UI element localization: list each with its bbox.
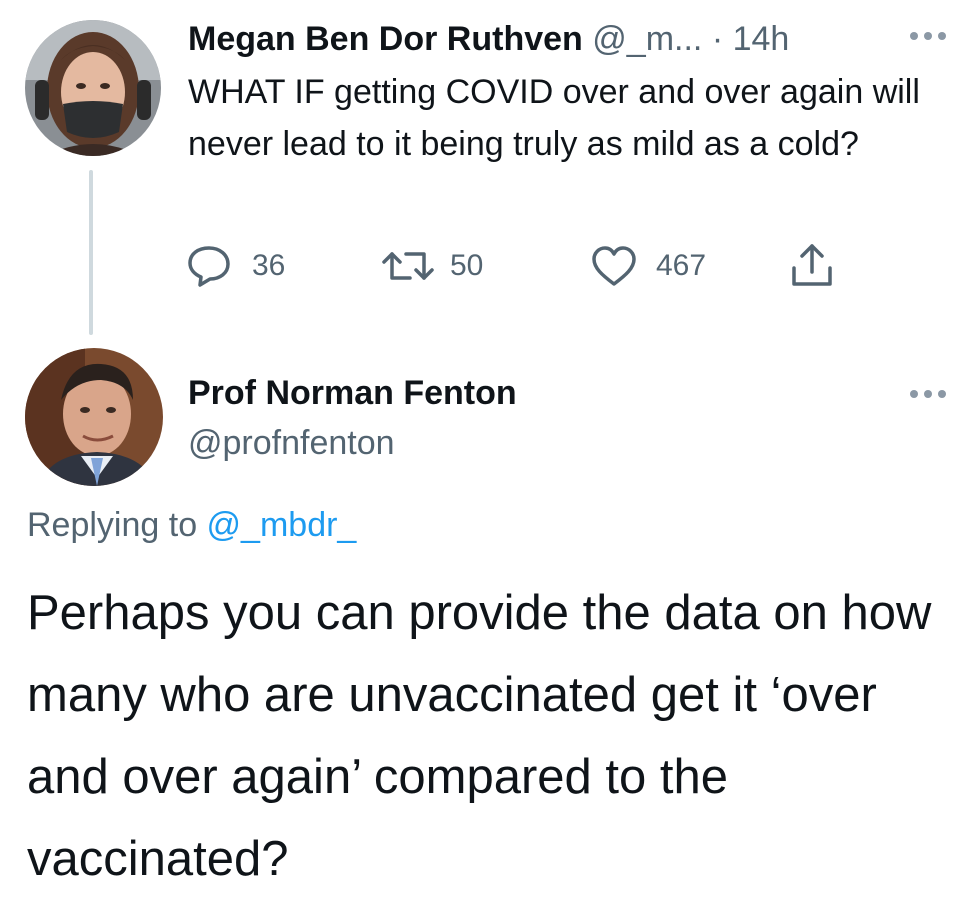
avatar-megan[interactable] <box>25 20 161 156</box>
thread-line <box>89 170 93 335</box>
share-action[interactable] <box>790 242 834 288</box>
heart-icon <box>592 246 636 286</box>
parent-tweet-text: WHAT IF getting COVID over and over agai… <box>188 73 920 163</box>
avatar-fenton[interactable] <box>25 348 163 486</box>
parent-tweet-header: Megan Ben Dor Ruthven @_m... · 14h <box>188 14 789 64</box>
reply-action[interactable]: 36 <box>186 244 285 288</box>
header-separator: · <box>711 20 724 58</box>
retweet-action[interactable]: 50 <box>380 244 483 288</box>
reply-author-name[interactable]: Prof Norman Fenton <box>188 368 517 418</box>
reply-tweet-text: Perhaps you can provide the data on how … <box>27 586 932 886</box>
replying-to-label: Replying to <box>27 506 207 544</box>
parent-tweet-time[interactable]: 14h <box>733 20 790 58</box>
reply-more-icon[interactable] <box>906 384 950 404</box>
reply-author-handle[interactable]: @profnfenton <box>188 418 395 468</box>
reply-icon <box>188 246 230 287</box>
parent-author-name[interactable]: Megan Ben Dor Ruthven <box>188 20 583 58</box>
parent-more-icon[interactable] <box>906 26 950 46</box>
replying-to-mention[interactable]: @_mbdr_ <box>207 506 357 544</box>
retweet-icon <box>382 252 434 280</box>
replying-to-line: Replying to @_mbdr_ <box>27 500 356 550</box>
like-count: 467 <box>656 249 707 282</box>
like-action[interactable]: 467 <box>590 244 706 288</box>
share-icon <box>792 244 832 286</box>
reply-count: 36 <box>252 249 286 282</box>
retweet-count: 50 <box>450 249 484 282</box>
parent-author-handle[interactable]: @_m... <box>592 20 702 58</box>
